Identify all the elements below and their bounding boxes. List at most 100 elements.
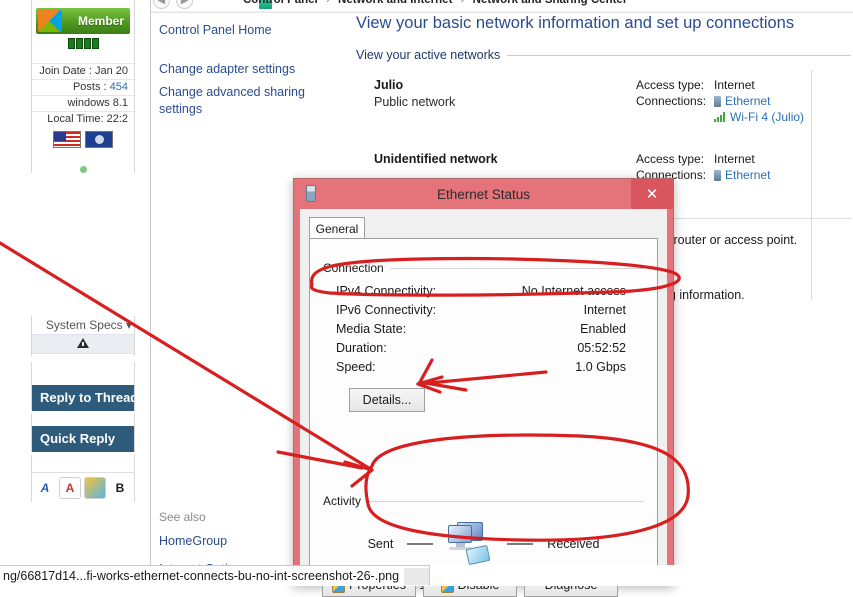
sidebar-item-change-advanced-sharing-settings[interactable]: Change advanced sharing settings — [159, 84, 319, 118]
ipv6-connectivity-label: IPv6 Connectivity: — [336, 302, 437, 317]
status-bar-url: ng/66817d14...fi-works-ethernet-connects… — [3, 569, 400, 583]
stat-os: windows 8.1 — [32, 95, 134, 111]
network-details-table: Access type: Internet Connections: Ether… — [636, 78, 804, 126]
connection-wifi-label: Wi-Fi 4 (Julio) — [730, 110, 805, 124]
table-row: IPv4 Connectivity: No Internet access — [323, 281, 644, 300]
connection-ethernet[interactable]: Ethernet — [714, 168, 770, 182]
connections-label: Connections: — [636, 94, 707, 108]
speed-value: 1.0 Gbps — [575, 359, 626, 374]
connection-wifi[interactable]: Wi-Fi 4 (Julio) — [714, 110, 804, 124]
active-networks-label: View your active networks — [356, 48, 501, 62]
reputation-pip — [83, 38, 91, 49]
us-flag-icon — [53, 131, 81, 148]
reply-to-thread-wrap: Reply to Thread — [31, 385, 135, 411]
breadcrumb-crumbs: Control Panel › Network and Internet › N… — [151, 0, 853, 6]
forum-sidebar: Member Join Date : Jan 20 Posts : 454 wi… — [0, 0, 150, 586]
online-status-dot — [79, 166, 87, 173]
stat-posts-value: 454 — [109, 81, 128, 93]
quick-reply-wrap: Quick Reply — [31, 426, 135, 452]
table-row: Connections: Ethernet Wi-Fi 4 (Julio) — [636, 94, 804, 126]
system-specs-block: System Specs ▾ — [31, 316, 135, 356]
page-title: View your basic network information and … — [356, 14, 795, 32]
ipv4-connectivity-label: IPv4 Connectivity: — [336, 283, 437, 298]
reputation-pip — [75, 38, 83, 49]
font-color-icon[interactable]: A — [34, 477, 56, 499]
vertical-divider — [811, 70, 812, 300]
group-rule — [389, 267, 644, 269]
details-button[interactable]: Details... — [349, 388, 425, 412]
status-bar-resizer[interactable] — [404, 568, 429, 585]
tab-strip: General — [309, 217, 658, 239]
sent-dash — [407, 543, 434, 545]
activity-group-title: Activity — [323, 494, 362, 508]
forum-member-card: Member Join Date : Jan 20 Posts : 454 wi… — [31, 0, 135, 173]
ethernet-status-dialog: Ethernet Status ✕ General Connection IPv… — [293, 178, 674, 597]
activity-graphic-row: Sent Received — [323, 522, 644, 566]
header-rule — [507, 54, 851, 56]
details-button-row: Details... — [323, 388, 644, 418]
tab-general[interactable]: General — [309, 217, 365, 239]
access-type-value: Internet — [714, 152, 755, 166]
breadcrumb-separator: › — [325, 0, 330, 6]
remove-formatting-icon[interactable]: A — [59, 476, 81, 499]
connections-values: Ethernet Wi-Fi 4 (Julio) — [714, 94, 804, 126]
reputation-pips — [32, 38, 134, 49]
wifi-icon — [714, 112, 727, 122]
reputation-pip — [67, 38, 75, 49]
system-specs-text: System Specs — [45, 318, 123, 332]
duration-label: Duration: — [336, 340, 387, 355]
dialog-inner: General Connection IPv4 Connectivity: No… — [309, 217, 658, 597]
chevron-down-icon: ▾ — [125, 318, 132, 332]
connection-properties-table: IPv4 Connectivity: No Internet access IP… — [323, 281, 644, 376]
stat-posts: Posts : 454 — [32, 79, 134, 95]
reply-to-thread-button[interactable]: Reply to Thread — [32, 385, 134, 411]
activity-group-header: Activity — [323, 494, 644, 508]
received-dash — [507, 543, 534, 545]
btn-gap-2 — [31, 455, 135, 473]
control-panel-left-pane: Control Panel Home Change adapter settin… — [159, 22, 359, 118]
ipv6-connectivity-value: Internet — [583, 302, 626, 317]
media-state-label: Media State: — [336, 321, 407, 336]
quick-reply-button[interactable]: Quick Reply — [32, 426, 134, 452]
network-name: Unidentified network — [374, 152, 498, 166]
warning-triangle-icon — [77, 338, 89, 348]
received-label: Received — [547, 537, 600, 551]
breadcrumb: ◀ ▶ Control Panel › Network and Internet… — [151, 0, 853, 11]
btn-gap — [31, 414, 135, 426]
connection-ethernet-label: Ethernet — [725, 94, 771, 108]
table-row: Media State: Enabled — [323, 319, 644, 338]
system-specs-label[interactable]: System Specs ▾ — [32, 316, 134, 334]
tab-page-general: Connection IPv4 Connectivity: No Interne… — [309, 238, 658, 592]
warning-bar — [32, 334, 134, 354]
breadcrumb-item-control-panel[interactable]: Control Panel — [243, 0, 318, 6]
breadcrumb-item-network-internet[interactable]: Network and Internet — [338, 0, 452, 6]
editor-toolbar: A A B — [31, 472, 135, 502]
bold-icon[interactable]: B — [109, 477, 131, 499]
dialog-title: Ethernet Status — [436, 186, 531, 202]
insert-image-icon[interactable] — [84, 476, 106, 499]
ethernet-icon — [714, 96, 722, 107]
network-identity: Julio Public network — [356, 78, 636, 126]
active-networks-header: View your active networks — [356, 48, 851, 62]
breadcrumb-item-network-sharing-center[interactable]: Network and Sharing Center — [473, 0, 628, 6]
stat-join-date: Join Date : Jan 20 — [32, 63, 134, 79]
network-entry: Julio Public network Access type: Intern… — [356, 78, 851, 126]
ethernet-icon — [714, 170, 722, 181]
member-badge-label: Member — [77, 14, 124, 28]
duration-value: 05:52:52 — [577, 340, 626, 355]
close-icon[interactable]: ✕ — [631, 179, 673, 209]
connections-values: Ethernet — [714, 168, 770, 184]
access-type-value: Internet — [714, 78, 755, 92]
sidebar-item-change-adapter-settings[interactable]: Change adapter settings — [159, 61, 359, 78]
dialog-title-bar[interactable]: Ethernet Status ✕ — [294, 179, 673, 209]
connection-ethernet-label: Ethernet — [725, 168, 771, 182]
network-details: Access type: Internet Connections: Ether… — [636, 78, 822, 126]
access-type-label: Access type: — [636, 152, 705, 166]
windows-logo-icon — [38, 10, 62, 32]
connection-ethernet[interactable]: Ethernet — [714, 94, 804, 108]
computer-network-icon — [447, 522, 493, 566]
sidebar-item-control-panel-home[interactable]: Control Panel Home — [159, 22, 359, 39]
media-state-value: Enabled — [580, 321, 626, 336]
network-type: Public network — [374, 95, 456, 109]
